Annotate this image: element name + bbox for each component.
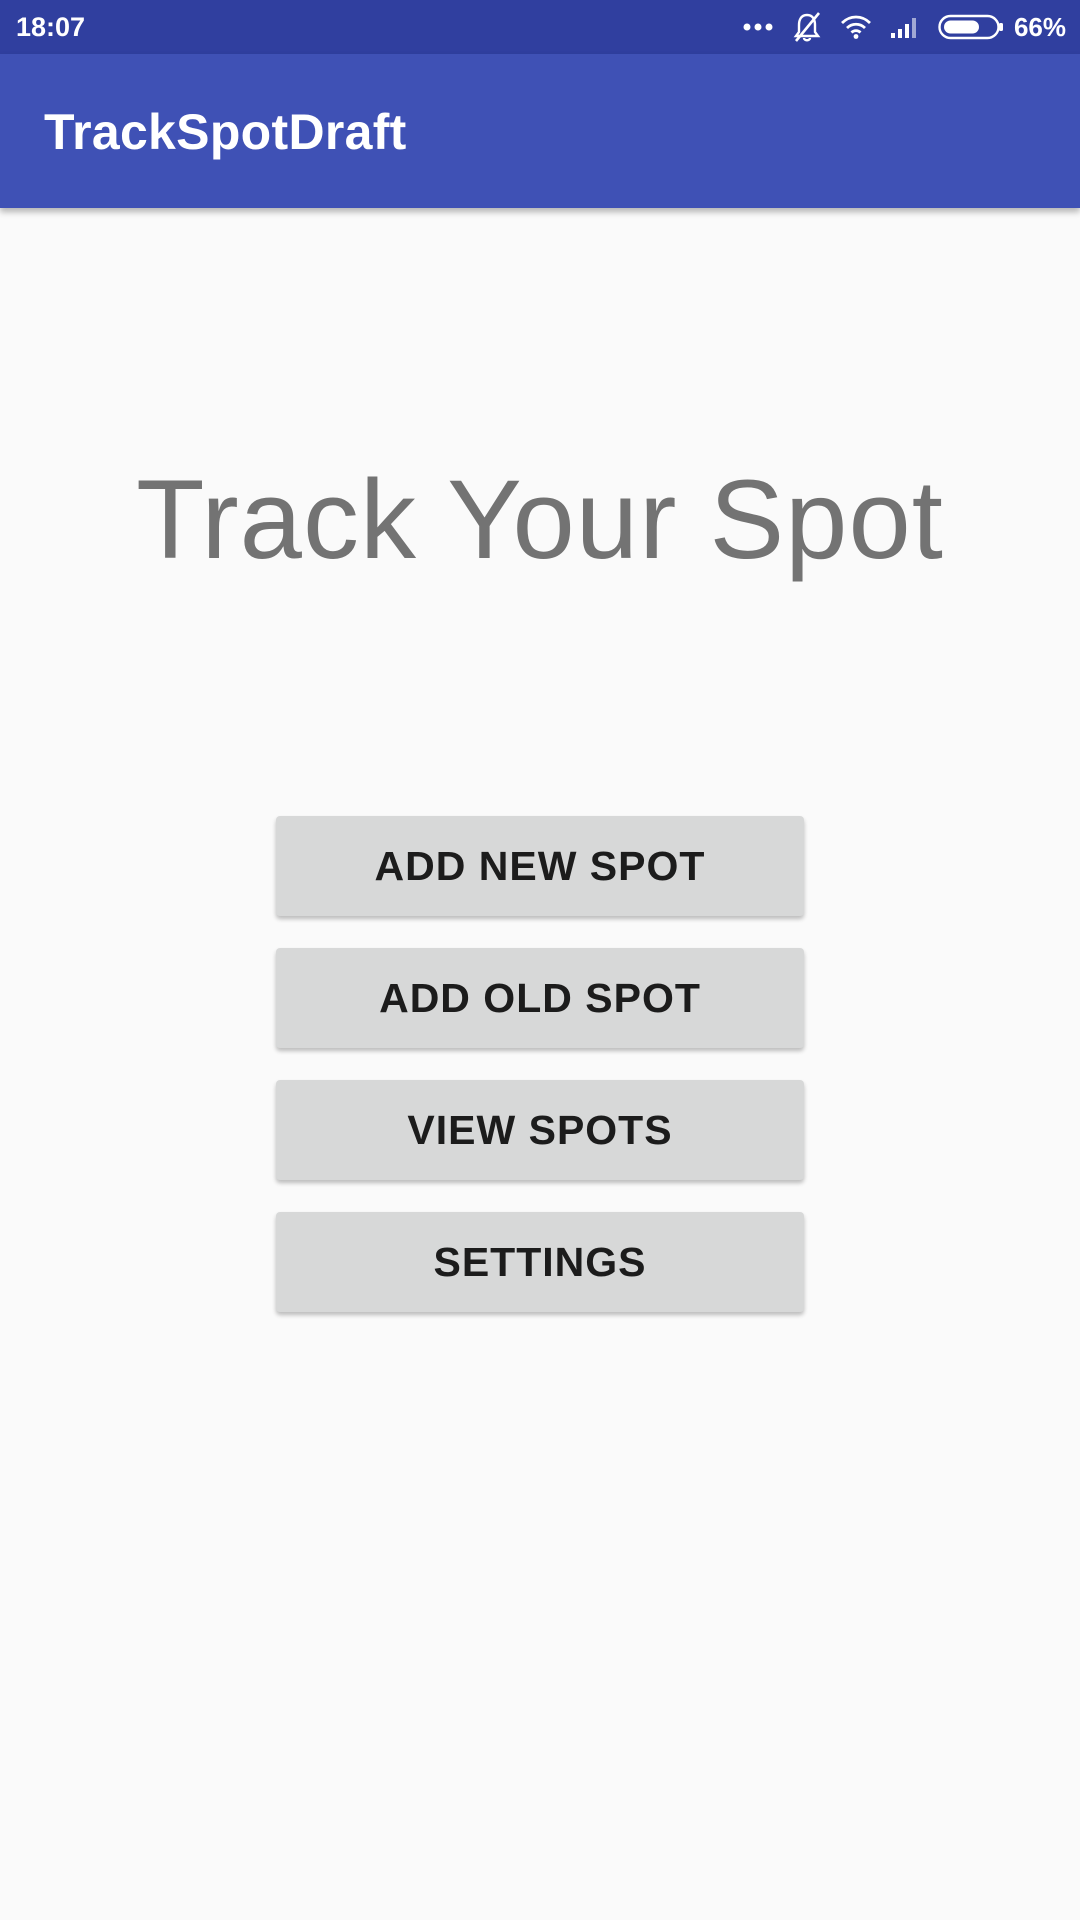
status-time: 18:07 xyxy=(16,12,86,42)
notifications-off-icon xyxy=(792,11,822,43)
wifi-icon xyxy=(840,15,872,39)
add-old-spot-button[interactable]: ADD OLD SPOT xyxy=(276,948,804,1048)
app-bar: TrackSpotDraft xyxy=(0,54,1080,208)
battery-percent: 66% xyxy=(1013,11,1066,42)
battery-icon xyxy=(938,14,1004,40)
status-icons: 66% xyxy=(742,0,1066,54)
signal-icon xyxy=(890,15,920,39)
main-menu: ADD NEW SPOT ADD OLD SPOT VIEW SPOTS SET… xyxy=(276,816,804,1344)
more-dots-icon xyxy=(742,22,774,32)
view-spots-button[interactable]: VIEW SPOTS xyxy=(276,1080,804,1180)
settings-button[interactable]: SETTINGS xyxy=(276,1212,804,1312)
add-new-spot-button[interactable]: ADD NEW SPOT xyxy=(276,816,804,916)
headline: Track Your Spot xyxy=(136,457,944,582)
status-bar: 18:07 66% xyxy=(0,0,1080,54)
app-title: TrackSpotDraft xyxy=(44,104,407,160)
